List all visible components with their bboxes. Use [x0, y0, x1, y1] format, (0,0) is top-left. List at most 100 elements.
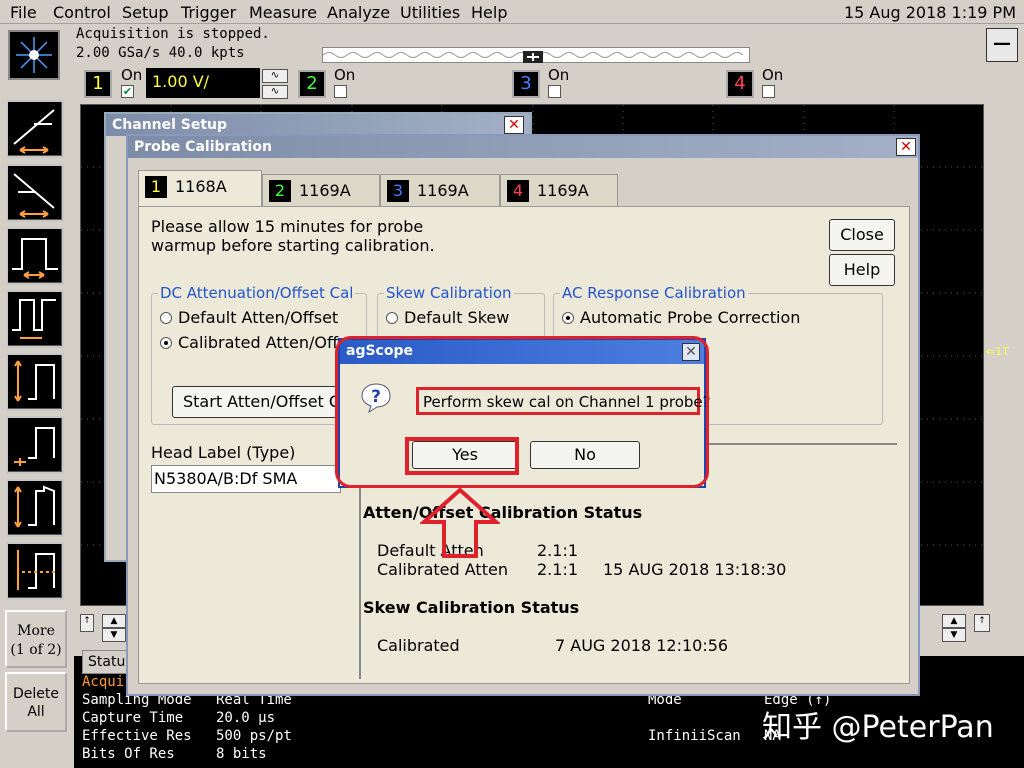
- channel-setup-close-icon[interactable]: ✕: [504, 116, 524, 134]
- channel-2-button[interactable]: 2: [298, 70, 326, 98]
- probe-cal-title: Probe Calibration: [134, 139, 272, 155]
- tab-channel-3[interactable]: 3 1169A: [380, 174, 500, 206]
- menu-trigger[interactable]: Trigger: [181, 3, 236, 22]
- tab-4-num: 4: [507, 180, 529, 202]
- trigger-level-icon[interactable]: ⇐1T: [986, 345, 1016, 365]
- dialog-close-icon[interactable]: ✕: [682, 343, 700, 361]
- bits-of-res-label: Bits Of Res: [82, 746, 175, 762]
- dialog-title: agScope: [346, 343, 413, 359]
- radio-selected-icon: [160, 337, 172, 349]
- skew-status-label: Calibrated: [377, 636, 460, 655]
- tab-2-num: 2: [269, 180, 291, 202]
- channel-2-on-checkbox[interactable]: [334, 85, 347, 98]
- infiniiscan-label: InfiniiScan: [648, 728, 741, 744]
- delete-all-button[interactable]: Delete All: [5, 672, 67, 732]
- status-acquisition-label: Acqui: [82, 674, 125, 690]
- help-button[interactable]: Help: [829, 254, 895, 286]
- channel-1-on-checkbox[interactable]: ✔: [121, 85, 134, 98]
- default-atten-value: 2.1:1: [537, 541, 579, 560]
- effective-res-value: 500 ps/pt: [216, 728, 292, 744]
- status-tab[interactable]: Status: [82, 650, 133, 674]
- menu-measure[interactable]: Measure: [249, 3, 317, 22]
- minimize-button[interactable]: —: [986, 28, 1018, 62]
- tab-3-label: 1169A: [417, 181, 469, 200]
- start-atten-offset-cal-button[interactable]: Start Atten/Offset Cal...: [172, 386, 352, 418]
- channel-3-on-checkbox[interactable]: [548, 85, 561, 98]
- capture-time-label: Capture Time: [82, 710, 184, 726]
- probe-cal-close-icon[interactable]: ✕: [896, 138, 916, 156]
- calibrated-atten-offset-label: Calibrated Atten/Offset: [178, 333, 363, 352]
- svg-text:?: ?: [371, 387, 381, 407]
- menu-setup[interactable]: Setup: [122, 3, 169, 22]
- scroll-up-icon[interactable]: ↑: [80, 614, 94, 632]
- spin-up-left-icon[interactable]: ▲: [102, 614, 126, 628]
- channel-3-button[interactable]: 3: [512, 70, 540, 98]
- warmup-info-line-2: warmup before starting calibration.: [151, 236, 435, 255]
- default-skew-label: Default Skew: [404, 308, 510, 327]
- menu-utilities[interactable]: Utilities: [400, 3, 460, 22]
- spin-down-right-icon[interactable]: ▼: [942, 628, 966, 642]
- rise-time-icon[interactable]: [6, 353, 64, 411]
- preshoot-icon[interactable]: [6, 542, 64, 600]
- probe-cal-title-bar: Probe Calibration: [128, 136, 918, 158]
- tab-1-num: 1: [145, 176, 167, 198]
- menu-help[interactable]: Help: [471, 3, 507, 22]
- channel-1-scale-field[interactable]: 1.00 V/: [146, 68, 260, 98]
- annotation-arrow-icon: [418, 487, 502, 558]
- tab-1-label: 1168A: [175, 177, 227, 196]
- watermark: 知乎 @PeterPan: [762, 710, 994, 745]
- channel-1-on-label: On: [121, 66, 143, 84]
- dc-coupling-button[interactable]: ∿: [262, 85, 288, 99]
- pulse-width-icon[interactable]: [6, 227, 64, 285]
- dc-atten-offset-group: DC Attenuation/Offset Cal Default Atten/…: [151, 284, 367, 425]
- calibrated-atten-value: 2.1:1: [537, 560, 579, 579]
- amplitude-icon[interactable]: [6, 416, 64, 474]
- default-atten-offset-label: Default Atten/Offset: [178, 308, 339, 327]
- radio-icon: [386, 312, 398, 324]
- falling-edge-trigger-icon[interactable]: [6, 164, 64, 222]
- close-button[interactable]: Close: [829, 219, 895, 251]
- spin-down-left-icon[interactable]: ▼: [102, 628, 126, 642]
- calibrated-atten-offset-radio[interactable]: Calibrated Atten/Offset: [160, 333, 362, 352]
- tab-channel-1[interactable]: 1 1168A: [138, 170, 262, 206]
- more-page-label: (1 of 2): [10, 642, 62, 658]
- channel-setup-title-bar: Channel Setup: [106, 114, 530, 136]
- datetime: 15 Aug 2018 1:19 PM: [843, 3, 1016, 22]
- head-label-select[interactable]: N5380A/B:Df SMA: [151, 465, 341, 493]
- skew-status-title: Skew Calibration Status: [363, 598, 580, 617]
- menu-analyze[interactable]: Analyze: [327, 3, 390, 22]
- question-icon: ?: [360, 382, 392, 414]
- no-button[interactable]: No: [530, 441, 640, 469]
- overshoot-icon[interactable]: [6, 479, 64, 537]
- trigger-position-icon[interactable]: [523, 49, 543, 63]
- channel-4-on-checkbox[interactable]: [762, 85, 775, 98]
- tab-2-label: 1169A: [299, 181, 351, 200]
- channel-4-button[interactable]: 4: [726, 70, 754, 98]
- default-skew-radio[interactable]: Default Skew: [386, 308, 509, 327]
- tab-channel-4[interactable]: 4 1169A: [500, 174, 618, 206]
- tab-channel-2[interactable]: 2 1169A: [262, 174, 380, 206]
- atten-status-title: Atten/Offset Calibration Status: [363, 503, 643, 522]
- automatic-probe-correction-label: Automatic Probe Correction: [580, 308, 801, 327]
- rising-edge-trigger-icon[interactable]: [6, 100, 64, 158]
- scroll-up-right-icon[interactable]: ↑: [974, 614, 990, 632]
- menu-bar: File Control Setup Trigger Measure Analy…: [0, 0, 1024, 24]
- ac-coupling-button[interactable]: ∿: [262, 69, 288, 83]
- ac-group-title: AC Response Calibration: [560, 284, 748, 302]
- menu-control[interactable]: Control: [53, 3, 111, 22]
- skew-group-title: Skew Calibration: [384, 284, 514, 302]
- menu-file[interactable]: File: [10, 3, 37, 22]
- agilent-logo-icon[interactable]: [8, 30, 60, 80]
- channel-1-button[interactable]: 1: [84, 70, 112, 98]
- annotation-highlight-yes: [405, 437, 519, 475]
- default-atten-offset-radio[interactable]: Default Atten/Offset: [160, 308, 338, 327]
- delete-label: Delete: [13, 686, 59, 702]
- skew-status-date: 7 AUG 2018 12:10:56: [555, 636, 729, 655]
- more-button[interactable]: More (1 of 2): [5, 610, 67, 668]
- calibrated-atten-label: Calibrated Atten: [377, 560, 508, 579]
- period-icon[interactable]: [6, 290, 64, 348]
- effective-res-label: Effective Res: [82, 728, 192, 744]
- automatic-probe-correction-radio[interactable]: Automatic Probe Correction: [562, 308, 800, 327]
- bits-of-res-value: 8 bits: [216, 746, 267, 762]
- spin-up-right-icon[interactable]: ▲: [942, 614, 966, 628]
